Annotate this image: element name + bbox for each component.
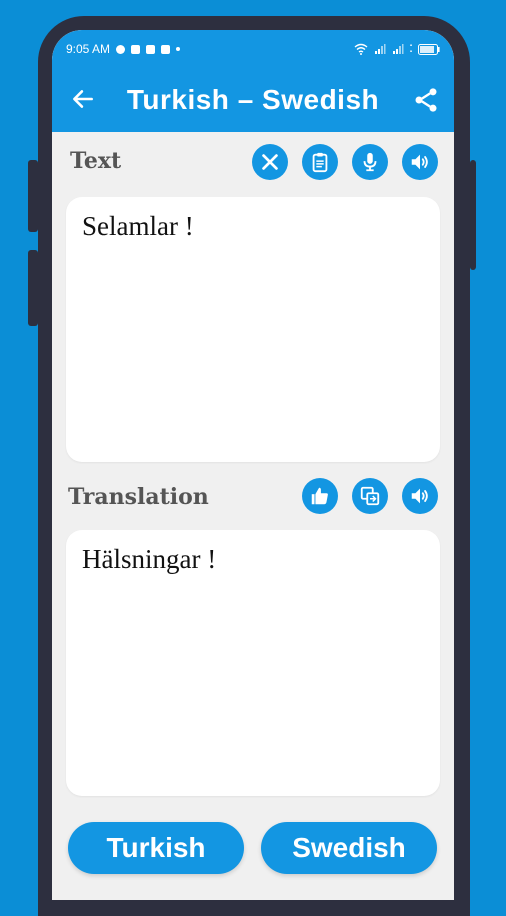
text-section-header: Text — [52, 142, 454, 186]
network-speed: ▪ ▪ — [409, 43, 412, 55]
chat-notification-icon — [116, 44, 126, 54]
translation-text[interactable]: Hälsningar ! — [82, 544, 216, 575]
app-screen: 9:05 AM ▪ ▪ Turkish – Swedish Text Selam… — [52, 30, 454, 900]
speak-source-button[interactable] — [402, 144, 438, 180]
microphone-button[interactable] — [352, 144, 388, 180]
close-icon — [262, 154, 278, 170]
source-language-button[interactable]: Turkish — [68, 822, 244, 874]
page-title: Turkish – Swedish — [126, 84, 380, 115]
speaker-icon — [411, 154, 428, 170]
signal-icon-2 — [392, 44, 404, 54]
translation-section-header: Translation — [52, 476, 454, 520]
wifi-icon — [354, 43, 368, 55]
more-notifications-icon — [176, 47, 181, 51]
translation-label: Translation — [68, 484, 209, 510]
battery-icon — [418, 43, 440, 55]
status-bar: 9:05 AM ▪ ▪ — [52, 30, 454, 68]
app-notification-icon-2 — [161, 44, 171, 54]
speaker-icon — [411, 488, 428, 504]
share-icon[interactable] — [412, 86, 440, 114]
text-label: Text — [70, 148, 122, 174]
copy-button[interactable] — [352, 478, 388, 514]
arrow-left-icon[interactable] — [70, 86, 96, 112]
target-language-button[interactable]: Swedish — [261, 822, 437, 874]
source-text-card[interactable]: Selamlar ! — [66, 197, 440, 462]
thumbs-up-icon — [311, 487, 328, 505]
translation-text-card[interactable]: Hälsningar ! — [66, 530, 440, 796]
app-notification-icon — [146, 44, 156, 54]
clipboard-icon — [312, 152, 328, 173]
power-button — [470, 160, 476, 270]
like-button[interactable] — [302, 478, 338, 514]
app-bar: Turkish – Swedish — [52, 68, 454, 132]
speak-translation-button[interactable] — [402, 478, 438, 514]
clear-button[interactable] — [252, 144, 288, 180]
instagram-notification-icon — [131, 44, 141, 54]
signal-icon — [374, 44, 386, 54]
volume-button-2 — [28, 250, 38, 326]
volume-button — [28, 160, 38, 232]
copy-icon — [360, 486, 380, 506]
microphone-icon — [363, 152, 377, 172]
paste-button[interactable] — [302, 144, 338, 180]
status-time: 9:05 AM — [66, 42, 111, 56]
source-text[interactable]: Selamlar ! — [82, 211, 194, 242]
